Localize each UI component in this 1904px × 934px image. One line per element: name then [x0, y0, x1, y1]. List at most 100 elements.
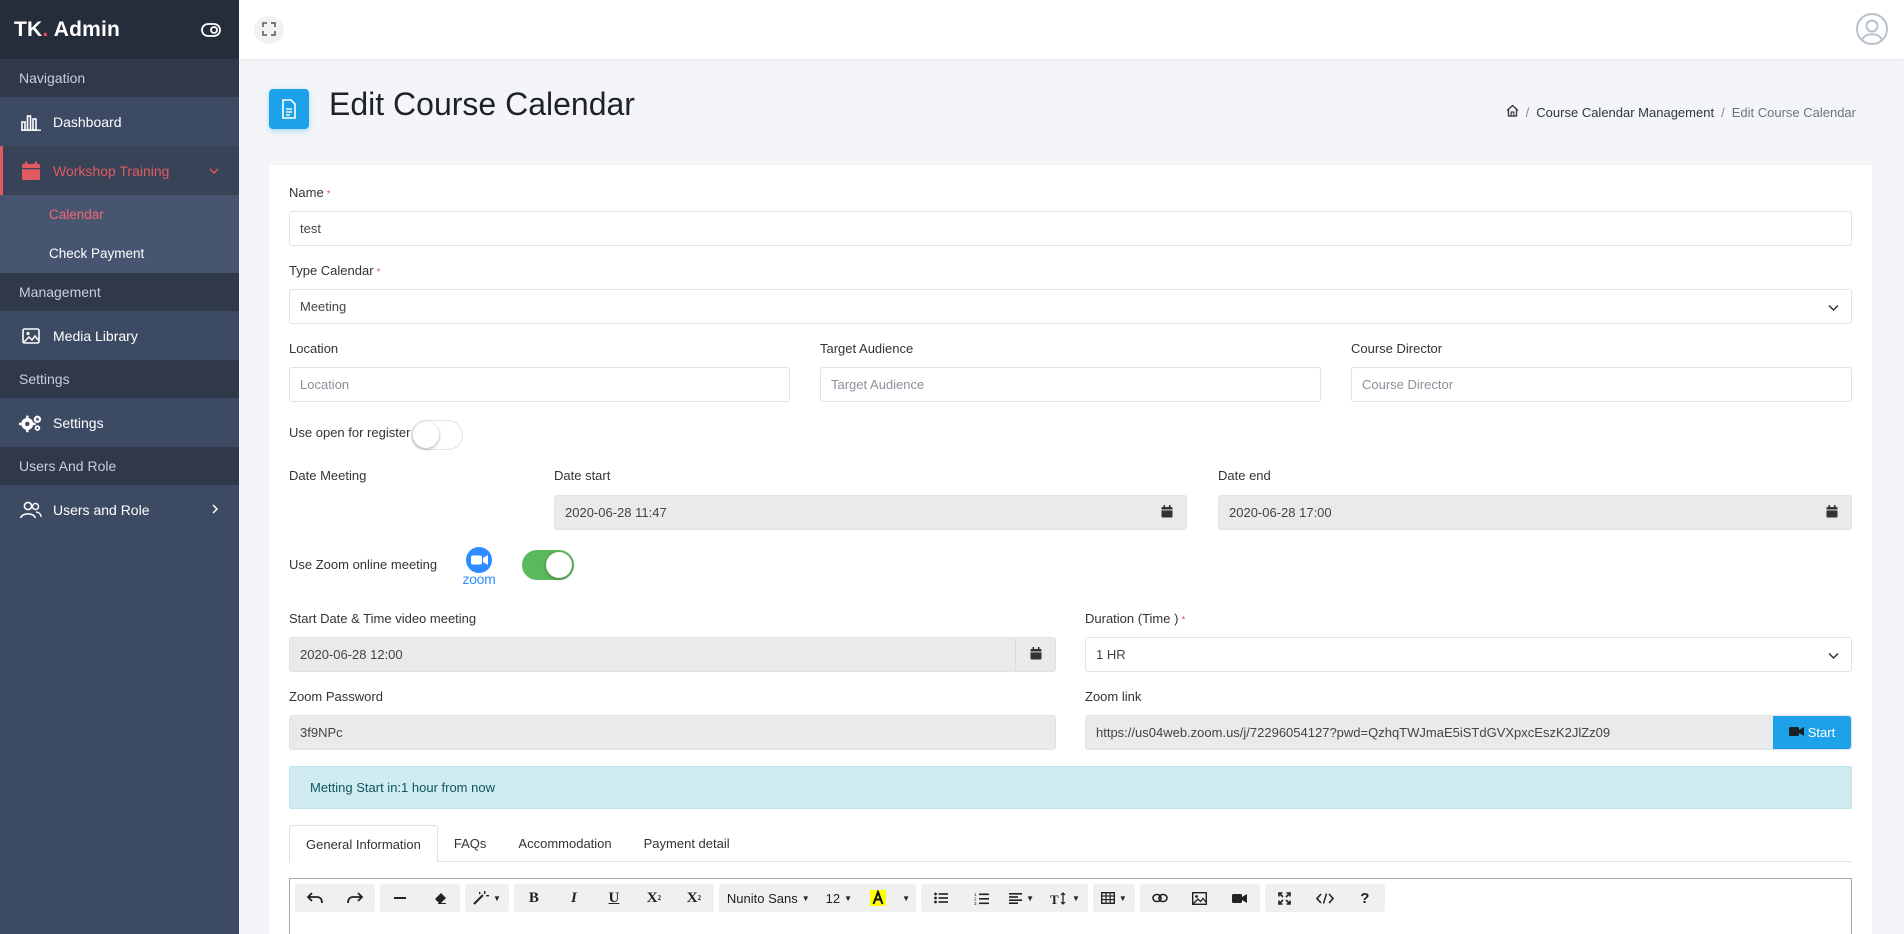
- help-icon[interactable]: ?: [1345, 884, 1385, 912]
- sidebar-item-settings[interactable]: Settings: [0, 398, 239, 447]
- location-input[interactable]: Location: [289, 367, 790, 402]
- align-icon[interactable]: ▼: [1001, 884, 1042, 912]
- link-icon[interactable]: [1140, 884, 1180, 912]
- type-calendar-value: Meeting: [300, 299, 347, 314]
- text-color-icon[interactable]: [860, 884, 896, 912]
- line-height-icon[interactable]: T ▼: [1042, 884, 1088, 912]
- magic-style-icon[interactable]: ▼: [465, 884, 509, 912]
- video-camera-icon: [1788, 725, 1804, 740]
- fullscreen-icon[interactable]: [1265, 884, 1305, 912]
- calendar-icon[interactable]: [1030, 646, 1042, 663]
- breadcrumb-link[interactable]: Course Calendar Management: [1536, 105, 1714, 120]
- history-group: [295, 884, 375, 912]
- toggle-knob: [546, 552, 572, 578]
- sidebar-item-label: Settings: [53, 414, 104, 431]
- zoom-toggle-label: Use Zoom online meeting: [289, 557, 438, 572]
- breadcrumb-separator: /: [1525, 104, 1530, 120]
- calendar-icon[interactable]: [1826, 504, 1838, 521]
- sidebar-item-label: Dashboard: [53, 113, 122, 130]
- table-icon[interactable]: ▼: [1093, 884, 1135, 912]
- code-view-icon[interactable]: [1305, 884, 1345, 912]
- date-end-input[interactable]: 2020-06-28 17:00: [1218, 495, 1852, 530]
- superscript-icon[interactable]: X2: [634, 884, 674, 912]
- underline-icon[interactable]: U: [594, 884, 634, 912]
- sidebar-item-media-library[interactable]: Media Library: [0, 311, 239, 360]
- image-icon: [19, 324, 43, 348]
- date-end-label: Date end: [1218, 468, 1271, 483]
- home-icon[interactable]: [1506, 104, 1519, 120]
- unordered-list-icon[interactable]: [921, 884, 961, 912]
- gears-icon: [19, 411, 43, 435]
- rich-text-editor[interactable]: ▼ B I U X2 X2 Nunito Sans ▼ 12 ▼ ▼ 123 ▼ T…: [289, 878, 1852, 934]
- breadcrumb: / Course Calendar Management / Edit Cour…: [1506, 104, 1856, 120]
- zoom-toggle[interactable]: [522, 550, 574, 580]
- font-size-value: 12: [825, 890, 841, 906]
- sidebar-item-check-payment[interactable]: Check Payment: [0, 234, 239, 273]
- color-dropdown-icon[interactable]: ▼: [896, 884, 916, 912]
- type-calendar-label: Type Calendar *: [289, 263, 381, 278]
- zoom-start-button[interactable]: Start: [1773, 716, 1851, 749]
- bold-icon[interactable]: B: [514, 884, 554, 912]
- type-calendar-select[interactable]: Meeting: [289, 289, 1852, 324]
- zoom-password-input[interactable]: 3f9NPc: [289, 715, 1056, 750]
- chevron-right-icon: [212, 503, 219, 517]
- date-meeting-label: Date Meeting: [289, 468, 367, 483]
- font-family-select[interactable]: Nunito Sans ▼: [719, 884, 818, 912]
- horizontal-rule-icon[interactable]: [380, 884, 420, 912]
- sidebar-item-label: Media Library: [53, 327, 138, 344]
- view-group: ?: [1264, 884, 1385, 912]
- input-divider: [1015, 638, 1016, 671]
- tab-payment-detail[interactable]: Payment detail: [628, 825, 746, 862]
- start-video-label: Start Date & Time video meeting: [289, 611, 477, 626]
- workshop-submenu: Calendar Check Payment: [0, 195, 239, 273]
- user-avatar[interactable]: [1856, 13, 1888, 45]
- tab-faqs[interactable]: FAQs: [438, 825, 503, 862]
- picture-icon[interactable]: [1180, 884, 1220, 912]
- svg-text:T: T: [1050, 892, 1059, 905]
- date-start-input[interactable]: 2020-06-28 11:47: [554, 495, 1187, 530]
- zoom-link-value: https://us04web.zoom.us/j/72296054127?pw…: [1096, 725, 1611, 740]
- target-audience-input[interactable]: Target Audience: [820, 367, 1321, 402]
- breadcrumb-current: Edit Course Calendar: [1731, 104, 1856, 120]
- redo-icon[interactable]: [335, 884, 375, 912]
- sidebar-item-users-role[interactable]: Users and Role: [0, 485, 239, 534]
- course-director-input[interactable]: Course Director: [1351, 367, 1852, 402]
- tab-accommodation[interactable]: Accommodation: [502, 825, 627, 862]
- font-group: Nunito Sans ▼ 12 ▼ ▼: [718, 884, 917, 912]
- content-tabs: General Information FAQs Accommodation P…: [289, 825, 1852, 863]
- video-icon[interactable]: [1220, 884, 1260, 912]
- sidebar-toggle-icon[interactable]: [199, 18, 223, 42]
- page-title: Edit Course Calendar: [329, 86, 635, 122]
- start-video-value: 2020-06-28 12:00: [300, 647, 403, 662]
- editor-toolbar: ▼ B I U X2 X2 Nunito Sans ▼ 12 ▼ ▼ 123 ▼ T…: [295, 884, 1385, 912]
- duration-select[interactable]: 1 HR: [1085, 637, 1852, 672]
- name-input[interactable]: test: [289, 211, 1852, 246]
- zoom-password-label: Zoom Password: [289, 689, 383, 704]
- start-video-input[interactable]: 2020-06-28 12:00: [289, 637, 1056, 672]
- sidebar-item-workshop-training[interactable]: Workshop Training: [0, 146, 239, 195]
- subscript-icon[interactable]: X2: [674, 884, 714, 912]
- tab-general-information[interactable]: General Information: [289, 825, 438, 863]
- misc-group: [380, 884, 460, 912]
- chevron-down-icon: [209, 164, 219, 178]
- ordered-list-icon[interactable]: 123: [961, 884, 1001, 912]
- brand-logo[interactable]: TK. Admin: [14, 18, 120, 42]
- chevron-down-icon: [1828, 299, 1839, 314]
- eraser-icon[interactable]: [420, 884, 460, 912]
- open-register-toggle[interactable]: [411, 420, 463, 450]
- calendar-icon[interactable]: [1161, 504, 1173, 521]
- date-end-value: 2020-06-28 17:00: [1229, 505, 1332, 520]
- italic-icon[interactable]: I: [554, 884, 594, 912]
- expand-icon: [262, 21, 276, 39]
- fullscreen-button[interactable]: [254, 16, 284, 44]
- undo-icon[interactable]: [295, 884, 335, 912]
- font-size-select[interactable]: 12 ▼: [818, 884, 860, 912]
- brand-bar: TK. Admin: [0, 0, 239, 59]
- sidebar-item-dashboard[interactable]: Dashboard: [0, 97, 239, 146]
- font-format-group: B I U X2 X2: [513, 884, 714, 912]
- style-group: ▼: [465, 884, 509, 912]
- sidebar-item-calendar[interactable]: Calendar: [0, 195, 239, 234]
- sidebar: TK. Admin Navigation Dashboard Workshop …: [0, 0, 239, 934]
- open-register-label: Use open for register: [289, 425, 411, 440]
- zoom-link-input[interactable]: https://us04web.zoom.us/j/72296054127?pw…: [1085, 715, 1852, 750]
